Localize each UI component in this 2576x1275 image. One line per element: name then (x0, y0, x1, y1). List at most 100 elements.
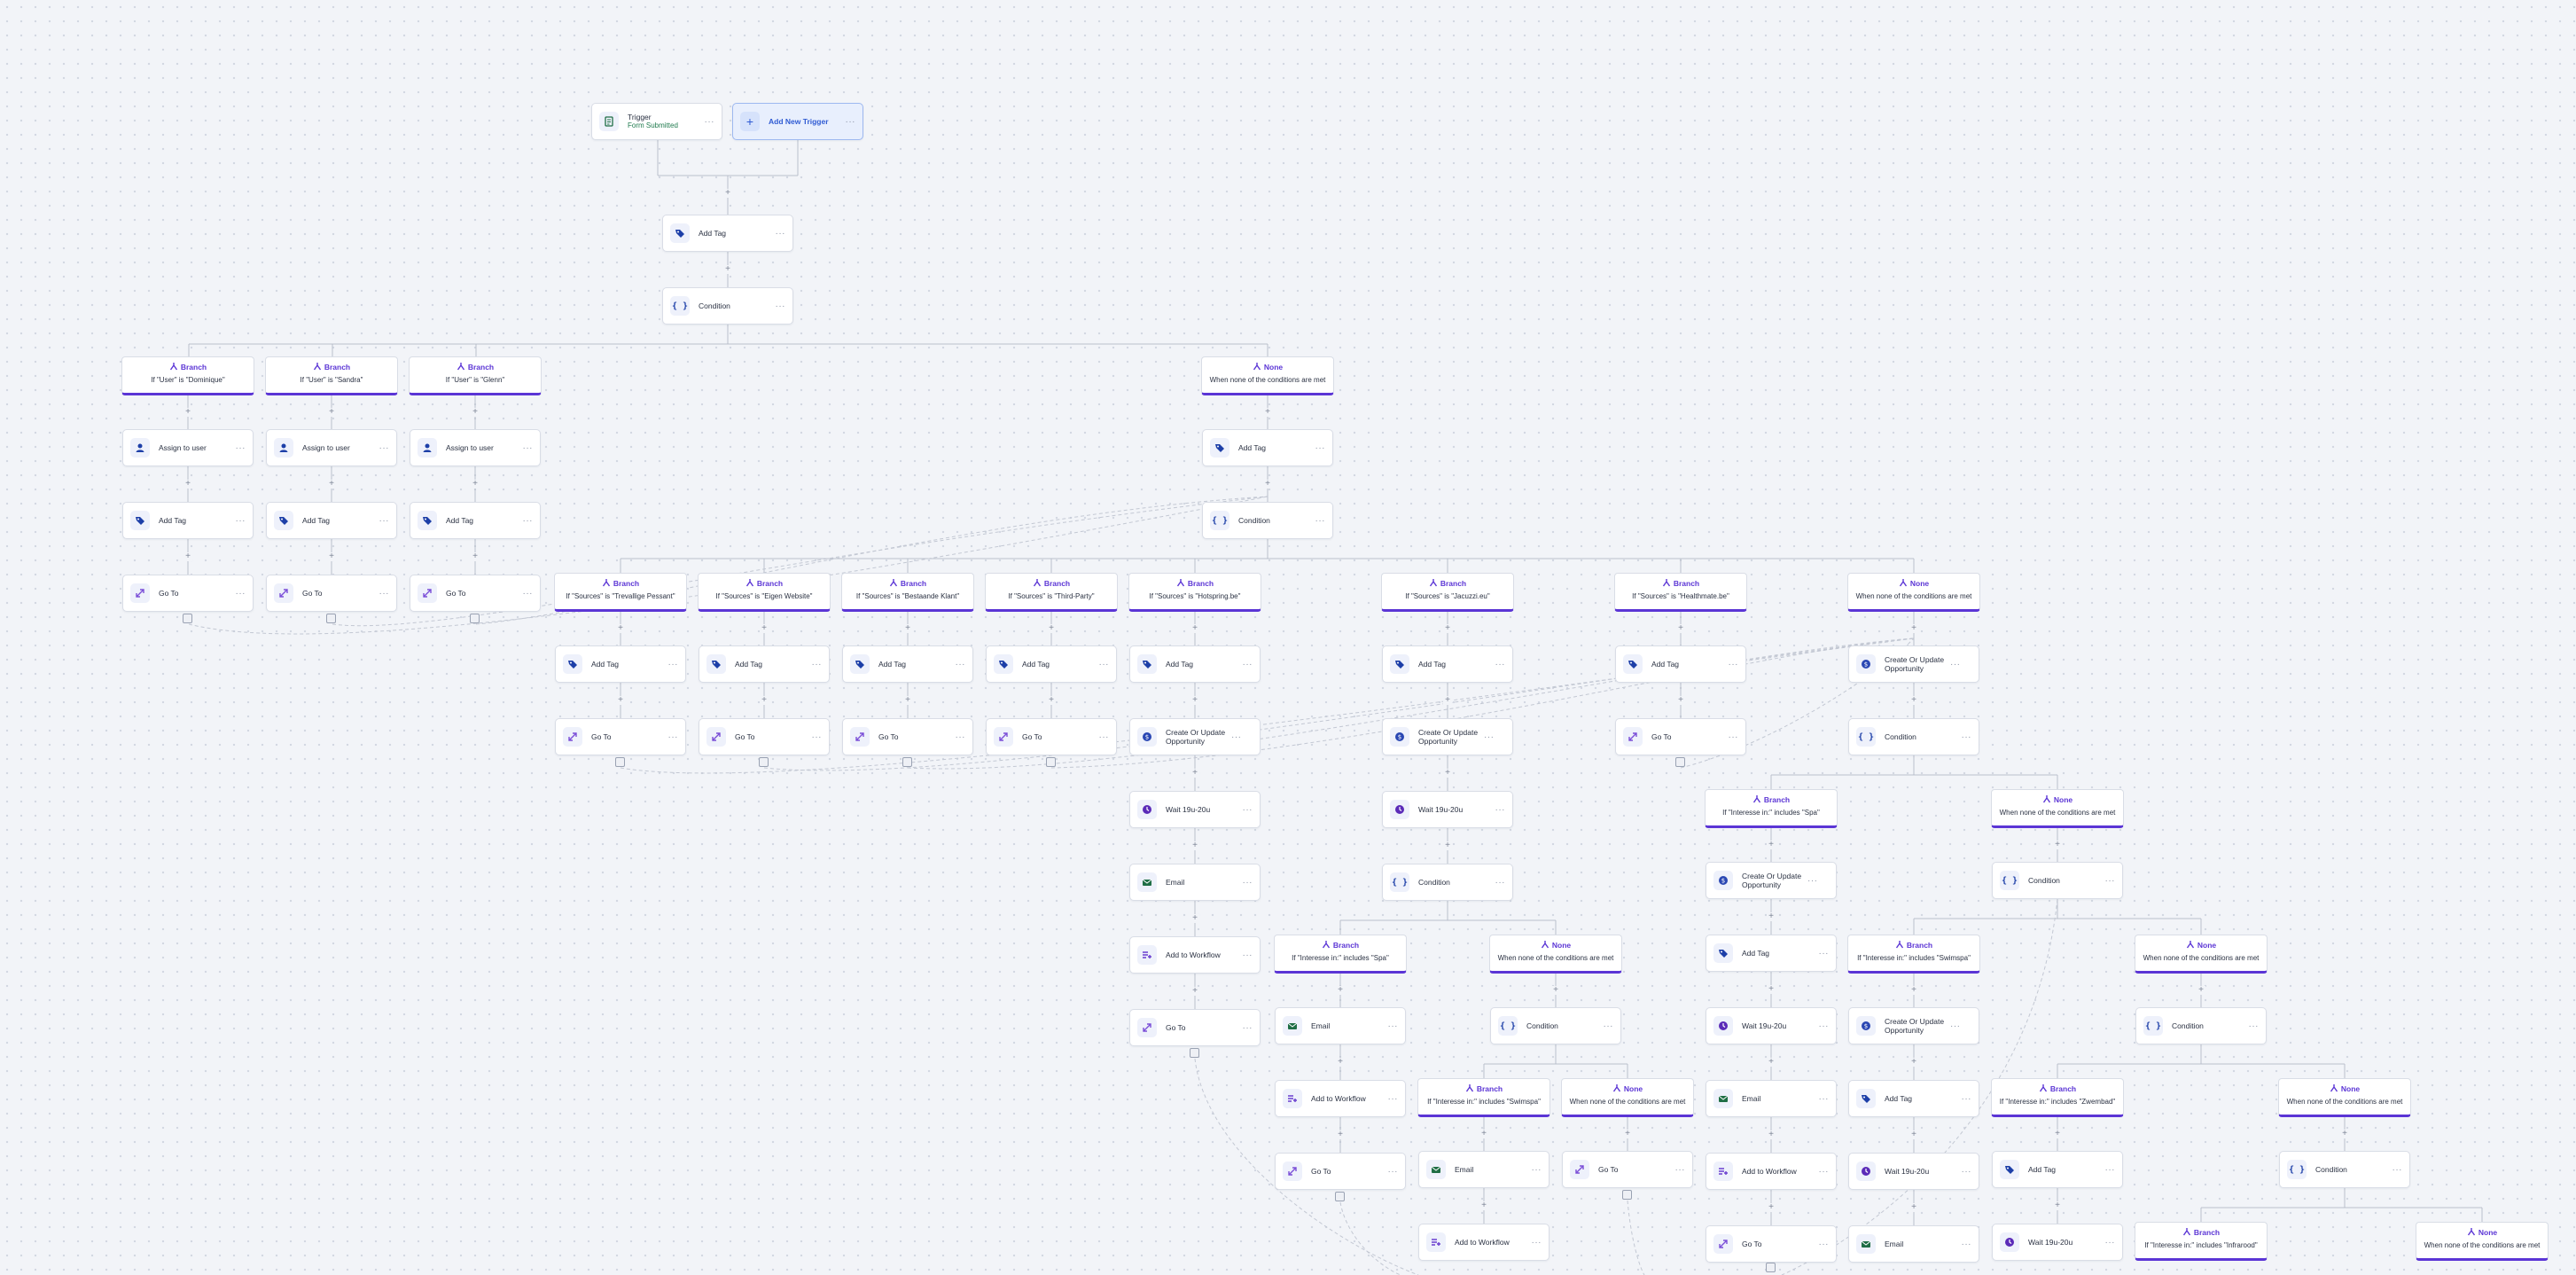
node-menu-icon[interactable]: ··· (1962, 732, 1972, 742)
add-step-button[interactable]: + (1479, 1130, 1488, 1138)
add-step-button[interactable]: + (1676, 696, 1685, 705)
email-node[interactable]: Email ··· (1129, 864, 1261, 901)
go-to-node[interactable]: Go To ··· (1129, 1009, 1261, 1046)
add-step-button[interactable]: + (1443, 624, 1452, 633)
branch-node[interactable]: Branch If "Sources" is "Eigen Website" (698, 573, 831, 612)
add-step-button[interactable]: + (1909, 986, 1918, 995)
add-step-button[interactable]: + (1479, 1201, 1488, 1210)
wait-node[interactable]: Wait 19u-20u ··· (1129, 791, 1261, 828)
add-step-button[interactable]: + (903, 624, 912, 633)
add-tag-node[interactable]: Add Tag ··· (1848, 1080, 1979, 1117)
add-step-button[interactable]: + (327, 480, 336, 489)
add-step-button[interactable]: + (1190, 769, 1199, 778)
add-step-button[interactable]: + (760, 696, 769, 705)
add-step-button[interactable]: + (1909, 624, 1918, 633)
add-to-workflow-node[interactable]: Add to Workflow ··· (1418, 1224, 1550, 1261)
go-to-node[interactable]: Go To ··· (1706, 1225, 1837, 1263)
node-menu-icon[interactable]: ··· (2105, 1238, 2116, 1248)
go-to-link-icon[interactable] (1335, 1192, 1345, 1201)
assign-to-user-node[interactable]: Assign to user ··· (122, 429, 254, 466)
condition-node[interactable]: { } Condition ··· (1490, 1007, 1621, 1044)
add-step-button[interactable]: + (1336, 986, 1345, 995)
node-menu-icon[interactable]: ··· (1099, 732, 1110, 742)
add-step-button[interactable]: + (2053, 841, 2062, 849)
node-menu-icon[interactable]: ··· (1099, 660, 1110, 669)
add-step-button[interactable]: + (1767, 1203, 1776, 1212)
node-menu-icon[interactable]: ··· (1950, 1021, 1961, 1031)
add-tag-node[interactable]: Add Tag ··· (1615, 645, 1746, 683)
node-menu-icon[interactable]: ··· (1950, 660, 1961, 669)
condition-node[interactable]: { } Condition ··· (1382, 864, 1513, 901)
add-step-button[interactable]: + (1336, 1058, 1345, 1067)
add-step-button[interactable]: + (1443, 769, 1452, 778)
node-menu-icon[interactable]: ··· (1729, 660, 1739, 669)
node-menu-icon[interactable]: ··· (236, 589, 246, 598)
add-step-button[interactable]: + (2053, 1130, 2062, 1138)
branch-node[interactable]: Branch If "Interesse in:" includes "Zwemb… (1991, 1078, 2124, 1117)
add-tag-node[interactable]: Add Tag ··· (1202, 429, 1333, 466)
branch-node[interactable]: Branch If "Sources" is "Trevallige Pessan… (554, 573, 687, 612)
branch-node[interactable]: Branch If "Interesse in:" includes "Swims… (1847, 935, 1980, 974)
trigger-node[interactable]: Trigger Form Submitted ··· (591, 103, 722, 140)
go-to-node[interactable]: Go To ··· (1615, 718, 1746, 755)
add-step-button[interactable]: + (616, 696, 625, 705)
node-menu-icon[interactable]: ··· (523, 589, 534, 598)
branch-node[interactable]: Branch If "User" is "Glenn" (409, 356, 542, 395)
add-step-button[interactable]: + (327, 408, 336, 417)
node-menu-icon[interactable]: ··· (1315, 516, 1326, 526)
condition-node[interactable]: { } Condition ··· (1992, 862, 2123, 899)
node-menu-icon[interactable]: ··· (1231, 732, 1242, 742)
add-step-button[interactable]: + (327, 552, 336, 561)
node-menu-icon[interactable]: ··· (1675, 1165, 1686, 1175)
go-to-node[interactable]: Go To ··· (699, 718, 830, 755)
node-menu-icon[interactable]: ··· (1243, 878, 1253, 888)
go-to-link-icon[interactable] (1190, 1048, 1199, 1058)
add-tag-node[interactable]: Add Tag ··· (1992, 1151, 2123, 1188)
node-menu-icon[interactable]: ··· (1729, 732, 1739, 742)
go-to-node[interactable]: Go To ··· (1562, 1151, 1693, 1188)
add-step-button[interactable]: + (1909, 696, 1918, 705)
node-menu-icon[interactable]: ··· (2393, 1165, 2403, 1175)
condition-node[interactable]: { } Condition ··· (2135, 1007, 2267, 1044)
node-menu-icon[interactable]: ··· (1243, 950, 1253, 960)
node-menu-icon[interactable]: ··· (2249, 1021, 2260, 1031)
node-menu-icon[interactable]: ··· (776, 301, 786, 311)
node-menu-icon[interactable]: ··· (523, 443, 534, 453)
node-menu-icon[interactable]: ··· (1495, 805, 1506, 815)
node-menu-icon[interactable]: ··· (1484, 732, 1495, 742)
add-step-button[interactable]: + (1190, 987, 1199, 996)
add-step-button[interactable]: + (1551, 986, 1560, 995)
branch-node[interactable]: Branch If "Sources" is "Hotspring.be" (1128, 573, 1261, 612)
add-step-button[interactable]: + (723, 189, 732, 198)
add-tag-node[interactable]: Add Tag ··· (122, 502, 254, 539)
add-step-button[interactable]: + (1623, 1130, 1632, 1138)
add-step-button[interactable]: + (1190, 841, 1199, 850)
add-step-button[interactable]: + (1909, 1203, 1918, 1212)
none-branch-node[interactable]: None When none of the conditions are met (1991, 789, 2124, 828)
branch-node[interactable]: Branch If "Interesse in:" includes "Spa" (1274, 935, 1407, 974)
add-step-button[interactable]: + (2197, 986, 2205, 995)
go-to-node[interactable]: Go To ··· (410, 575, 541, 612)
node-menu-icon[interactable]: ··· (812, 660, 823, 669)
create-or-update-opportunity-node[interactable]: $ Create Or Update Opportunity ··· (1706, 862, 1837, 899)
add-step-button[interactable]: + (183, 408, 192, 417)
branch-node[interactable]: Branch If "Sources" is "Bestaande Klant" (841, 573, 974, 612)
add-tag-node[interactable]: Add Tag ··· (1129, 645, 1261, 683)
node-menu-icon[interactable]: ··· (379, 516, 390, 526)
add-step-button[interactable]: + (2053, 1201, 2062, 1210)
node-menu-icon[interactable]: ··· (1819, 949, 1830, 958)
node-menu-icon[interactable]: ··· (1604, 1021, 1614, 1031)
go-to-node[interactable]: Go To ··· (986, 718, 1117, 755)
add-step-button[interactable]: + (760, 624, 769, 633)
condition-node[interactable]: { } Condition ··· (2279, 1151, 2410, 1188)
add-to-workflow-node[interactable]: Add to Workflow ··· (1706, 1153, 1837, 1190)
node-menu-icon[interactable]: ··· (1807, 876, 1818, 886)
create-or-update-opportunity-node[interactable]: $ Create Or Update Opportunity ··· (1129, 718, 1261, 755)
go-to-link-icon[interactable] (1675, 757, 1685, 767)
add-step-button[interactable]: + (616, 624, 625, 633)
none-branch-node[interactable]: None When none of the conditions are met (2278, 1078, 2411, 1117)
create-or-update-opportunity-node[interactable]: $ Create Or Update Opportunity ··· (1848, 645, 1979, 683)
add-step-button[interactable]: + (1909, 1130, 1918, 1139)
add-step-button[interactable]: + (1190, 624, 1199, 633)
branch-node[interactable]: Branch If "Interesse in:" includes "Swims… (1417, 1078, 1550, 1117)
